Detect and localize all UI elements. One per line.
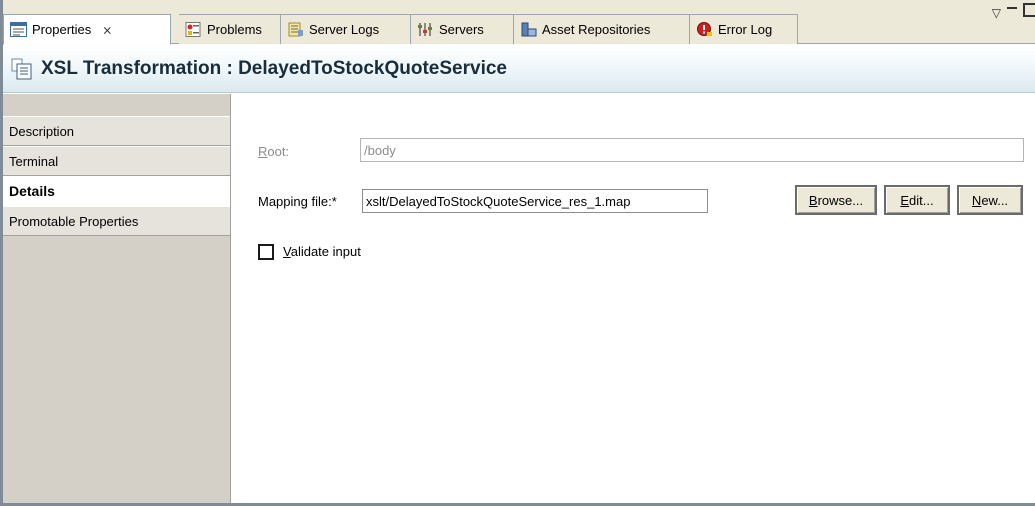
tab-servers[interactable]: Servers [411, 14, 514, 44]
tab-server-logs[interactable]: Server Logs [281, 14, 411, 44]
tab-asset-repositories-label: Asset Repositories [542, 22, 651, 37]
server-logs-icon [288, 22, 303, 37]
new-button[interactable]: New... [957, 185, 1023, 215]
sidebar-item-label: Promotable Properties [9, 213, 139, 229]
tab-server-logs-label: Server Logs [309, 22, 380, 37]
edit-button[interactable]: Edit... [884, 185, 950, 215]
close-icon[interactable]: ⨯ [102, 23, 112, 37]
tab-servers-label: Servers [439, 22, 484, 37]
minimize-icon[interactable] [1007, 3, 1017, 13]
sidebar-item-details[interactable]: Details [3, 176, 230, 206]
tab-properties-label: Properties [32, 22, 92, 37]
properties-icon [10, 22, 27, 37]
sidebar-item-label: Terminal [9, 153, 59, 169]
mapping-file-field[interactable]: xslt/DelayedToStockQuoteService_res_1.ma… [362, 189, 708, 213]
tab-problems[interactable]: Problems [179, 14, 281, 44]
problems-icon [185, 22, 201, 37]
tab-properties[interactable]: Properties ⨯ [3, 14, 171, 45]
tab-error-log-label: Error Log [718, 22, 773, 37]
sidebar-item-label: Description [9, 123, 75, 139]
sidebar-item-description[interactable]: Description [3, 116, 230, 146]
properties-sidebar: Description Terminal Details Promotable … [3, 94, 231, 503]
browse-button[interactable]: Browse... [795, 185, 877, 215]
view-menu-icon[interactable]: ▽ [992, 6, 1001, 20]
root-label: Root: [258, 144, 290, 159]
view-tab-bar: Properties ⨯ Problems Server Logs Server… [3, 0, 1035, 45]
root-field: /body [360, 138, 1024, 162]
validate-input-label[interactable]: Validate input [283, 244, 361, 259]
sidebar-item-label: Details [9, 183, 55, 199]
sidebar-item-terminal[interactable]: Terminal [3, 146, 230, 176]
mapping-file-label: Mapping file:* [258, 194, 337, 209]
xsl-document-icon [11, 58, 32, 79]
sidebar-item-promotable-properties[interactable]: Promotable Properties [3, 206, 230, 236]
page-title: XSL Transformation : DelayedToStockQuote… [41, 57, 507, 79]
tab-asset-repositories[interactable]: Asset Repositories [514, 14, 690, 44]
tab-problems-label: Problems [207, 22, 262, 37]
tab-error-log[interactable]: Error Log [690, 14, 798, 44]
details-panel: Root: /body Mapping file:* xslt/DelayedT… [232, 94, 1035, 503]
error-log-icon [697, 22, 712, 36]
servers-icon [418, 23, 432, 36]
maximize-icon[interactable] [1023, 3, 1035, 17]
properties-header: XSL Transformation : DelayedToStockQuote… [3, 45, 1035, 93]
validate-input-checkbox[interactable] [258, 244, 274, 260]
asset-repositories-icon [521, 22, 537, 37]
